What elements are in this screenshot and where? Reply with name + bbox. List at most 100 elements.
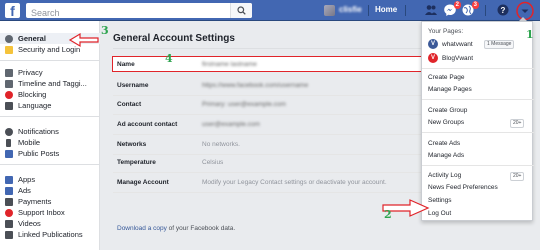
divider [0, 60, 100, 61]
sidebar-item-label: Support Inbox [18, 208, 65, 217]
friend-requests-button[interactable] [424, 3, 438, 17]
quick-help-button[interactable]: ? [496, 3, 510, 17]
sidebar-item-label: Language [18, 101, 52, 110]
page-logo-icon: V [428, 53, 438, 63]
divider [113, 114, 425, 115]
name-row-highlight[interactable] [112, 56, 424, 72]
divider [422, 132, 534, 133]
home-link[interactable]: Home [375, 5, 397, 14]
annotation-number-4: 4 [165, 52, 173, 65]
page-item-blogvwant[interactable]: V BlogVwant [428, 52, 532, 64]
sidebar-item-mobile[interactable]: Mobile [0, 137, 100, 148]
timeline-icon [5, 80, 13, 88]
menu-item-manage-pages[interactable]: Manage Pages [428, 86, 472, 93]
sidebar-item-label: Public Posts [18, 149, 60, 158]
divider [113, 48, 425, 49]
row-label-temperature: Temperature [117, 159, 156, 166]
menu-item-create-ads[interactable]: Create Ads [428, 140, 460, 147]
messages-button[interactable]: 2 [443, 1, 461, 17]
menu-item-activity-log[interactable]: Activity Log [428, 172, 461, 179]
sidebar-item-videos[interactable]: Videos [0, 218, 100, 229]
video-icon [5, 220, 13, 228]
divider [0, 116, 100, 117]
facebook-logo-icon[interactable]: f [5, 3, 20, 19]
avatar[interactable] [324, 5, 335, 16]
row-label-name: Name [117, 61, 135, 68]
annotation-number-1: 1 [526, 28, 534, 41]
sidebar-item-general[interactable]: General [0, 33, 100, 44]
sidebar-item-privacy[interactable]: Privacy [0, 67, 100, 78]
lock-icon [5, 69, 13, 77]
menu-item-create-page[interactable]: Create Page [428, 74, 465, 81]
sidebar-item-apps[interactable]: Apps [0, 174, 100, 185]
row-label-ad-account-contact: Ad account contact [117, 121, 178, 128]
sidebar-item-timeline[interactable]: Timeline and Taggi... [0, 78, 100, 89]
sidebar-item-ads[interactable]: Ads [0, 185, 100, 196]
notifications-button[interactable]: 3 [461, 1, 479, 17]
language-icon [5, 102, 13, 110]
search-button[interactable] [230, 3, 252, 18]
profile-name-link[interactable]: clisfie [339, 5, 362, 14]
sidebar-item-label: Timeline and Taggi... [18, 79, 87, 88]
settings-sidebar: General Security and Login Privacy Timel… [0, 21, 100, 250]
facebook-settings-screen: f clisfie Home 2 3 ? [0, 0, 540, 250]
sidebar-item-notifications[interactable]: Notifications [0, 126, 100, 137]
page-item-whatvwant[interactable]: V whatvwant 1 Message [428, 38, 532, 50]
messages-badge: 2 [453, 1, 461, 9]
settings-main-panel: General Account Settings Name firstname … [108, 21, 425, 250]
activity-log-badge: 20+ [510, 172, 525, 181]
sidebar-item-label: Videos [18, 219, 41, 228]
download-suffix: of your Facebook data. [166, 225, 236, 232]
annotation-number-2: 2 [384, 208, 392, 221]
gear-icon [5, 35, 13, 43]
divider [422, 165, 534, 166]
sidebar-item-support-inbox[interactable]: Support Inbox [0, 207, 100, 218]
shield-icon [5, 46, 13, 54]
block-icon [5, 91, 13, 99]
new-groups-badge: 20+ [510, 119, 525, 128]
divider [113, 134, 425, 135]
sidebar-item-label: Payments [18, 197, 52, 206]
search-box[interactable] [26, 3, 252, 21]
row-label-networks: Networks [117, 141, 147, 148]
download-copy-link[interactable]: Download a copy [117, 225, 167, 232]
menu-item-new-groups[interactable]: New Groups [428, 119, 464, 126]
divider [113, 192, 425, 193]
divider [113, 154, 425, 155]
apps-icon [5, 176, 13, 184]
menu-item-settings[interactable]: Settings [428, 197, 452, 204]
download-data-text: Download a copy of your Facebook data. [117, 225, 235, 232]
publication-icon [5, 231, 13, 239]
credit-card-icon [5, 198, 13, 206]
sidebar-item-label: Blocking [18, 90, 47, 99]
divider [485, 5, 486, 16]
sidebar-item-payments[interactable]: Payments [0, 196, 100, 207]
sidebar-item-label: Notifications [18, 127, 59, 136]
sidebar-item-label: Privacy [18, 68, 43, 77]
row-value-temperature: Celsius [202, 159, 224, 166]
sidebar-item-blocking[interactable]: Blocking [0, 89, 100, 100]
sidebar-item-label: Ads [18, 186, 31, 195]
row-label-manage-account: Manage Account [117, 179, 169, 186]
menu-item-manage-ads[interactable]: Manage Ads [428, 152, 464, 159]
search-icon [237, 6, 246, 15]
sidebar-item-label: Mobile [18, 138, 41, 147]
mobile-icon [6, 139, 11, 147]
message-count-badge: 1 Message [484, 40, 515, 49]
menu-item-news-feed-preferences[interactable]: News Feed Preferences [428, 184, 498, 191]
sidebar-item-security[interactable]: Security and Login [0, 44, 100, 55]
divider [0, 164, 100, 165]
row-value-username: https://www.facebook.com/username [202, 82, 309, 89]
sidebar-item-public-posts[interactable]: Public Posts [0, 148, 100, 159]
menu-item-log-out[interactable]: Log Out [428, 210, 451, 217]
sidebar-item-label: Security and Login [18, 45, 81, 54]
search-input[interactable] [26, 5, 226, 21]
sidebar-item-linked-publications[interactable]: Linked Publications [0, 229, 100, 240]
row-value-contact: Primary: user@example.com [202, 101, 286, 108]
row-value-name: firstname lastname [202, 61, 257, 68]
divider [368, 5, 369, 16]
sidebar-item-label: Linked Publications [18, 230, 83, 239]
menu-item-create-group[interactable]: Create Group [428, 107, 467, 114]
help-icon: ? [497, 4, 509, 16]
sidebar-item-language[interactable]: Language [0, 100, 100, 111]
